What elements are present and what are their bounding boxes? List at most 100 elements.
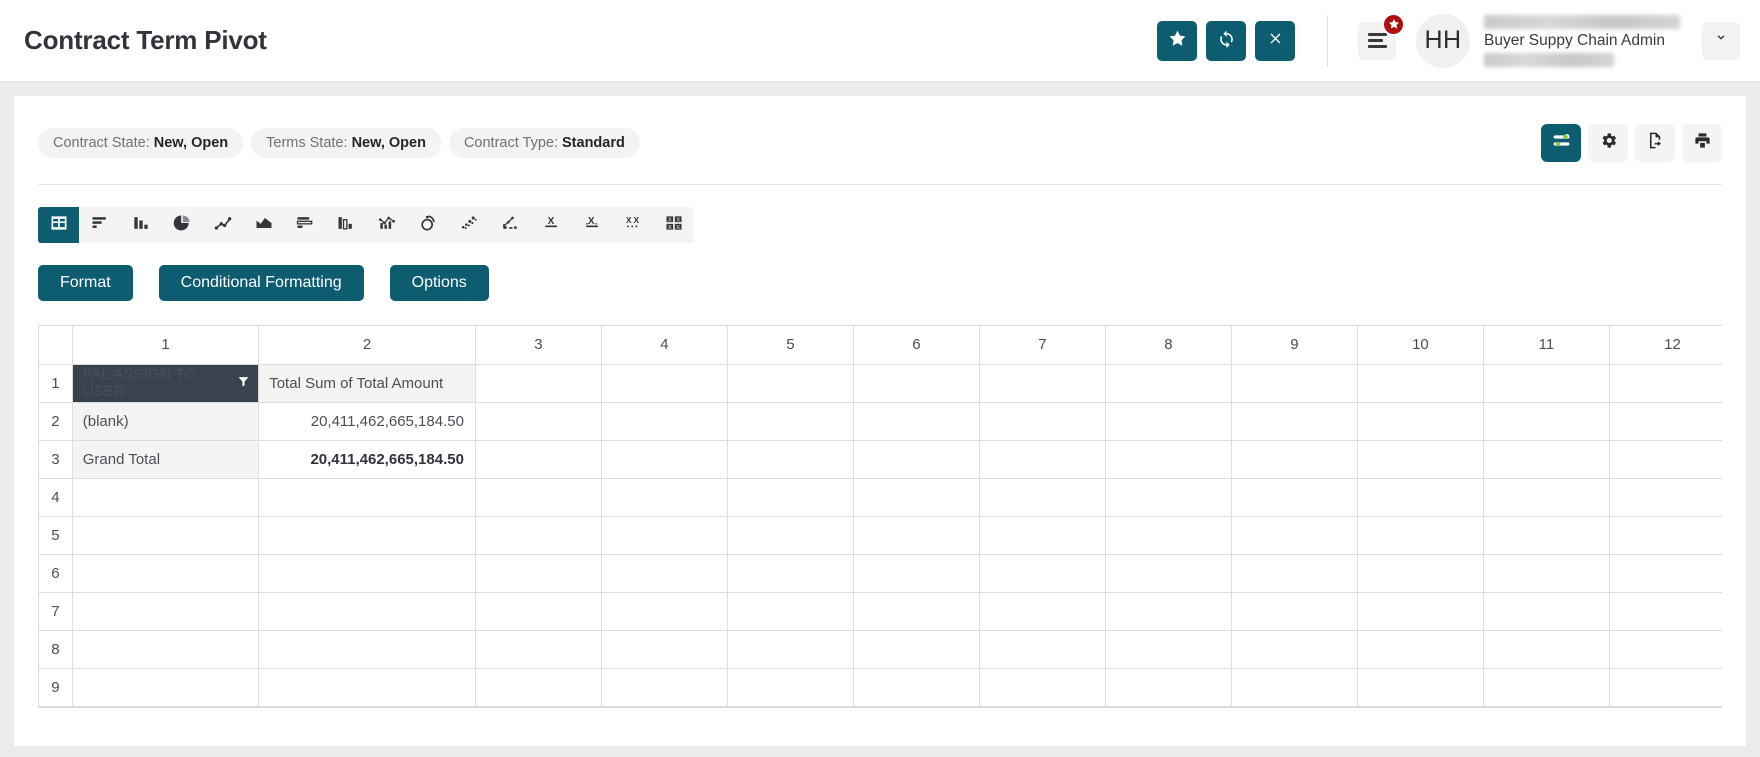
cell[interactable] [475, 440, 601, 478]
cell[interactable] [475, 516, 601, 554]
view-xx-grid[interactable]: XXXX [653, 207, 694, 243]
column-header-12[interactable]: 12 [1609, 326, 1722, 364]
chip-contract-state[interactable]: Contract State: New, Open [38, 128, 243, 158]
cell[interactable] [601, 630, 727, 668]
cell[interactable] [1231, 402, 1357, 440]
cell[interactable] [1231, 440, 1357, 478]
conditional-formatting-button[interactable]: Conditional Formatting [159, 265, 364, 301]
column-header-10[interactable]: 10 [1357, 326, 1483, 364]
cell[interactable] [475, 554, 601, 592]
measure-header[interactable]: Total Sum of Total Amount [259, 364, 476, 402]
cell[interactable] [979, 364, 1105, 402]
view-grouped-column[interactable] [325, 207, 366, 243]
cell[interactable] [72, 630, 258, 668]
cell[interactable] [1105, 364, 1231, 402]
view-mixed[interactable] [489, 207, 530, 243]
cell[interactable] [601, 668, 727, 706]
view-x-single[interactable]: X [530, 207, 571, 243]
format-button[interactable]: Format [38, 265, 133, 301]
cell[interactable] [1105, 668, 1231, 706]
cell[interactable] [601, 440, 727, 478]
cell[interactable] [72, 478, 258, 516]
corner-cell[interactable] [39, 326, 72, 364]
cell[interactable] [853, 440, 979, 478]
cell[interactable] [727, 592, 853, 630]
cell[interactable] [72, 592, 258, 630]
cell[interactable] [259, 630, 476, 668]
cell[interactable] [1609, 478, 1722, 516]
favorite-button[interactable] [1157, 21, 1197, 61]
column-header-9[interactable]: 9 [1231, 326, 1357, 364]
row-number[interactable]: 2 [39, 402, 72, 440]
print-button[interactable] [1682, 124, 1722, 162]
cell[interactable] [72, 516, 258, 554]
filter-funnel-icon[interactable] [237, 375, 250, 392]
cell[interactable] [1483, 668, 1609, 706]
column-header-3[interactable]: 3 [475, 326, 601, 364]
cell[interactable] [853, 364, 979, 402]
cell[interactable] [979, 402, 1105, 440]
view-xx-dotted[interactable]: XX [612, 207, 653, 243]
cell[interactable] [601, 478, 727, 516]
cell[interactable] [1483, 592, 1609, 630]
cell[interactable] [727, 440, 853, 478]
cell[interactable] [601, 516, 727, 554]
cell[interactable] [979, 516, 1105, 554]
cell[interactable] [727, 478, 853, 516]
cell[interactable] [1357, 592, 1483, 630]
cell[interactable] [601, 364, 727, 402]
view-area[interactable] [243, 207, 284, 243]
cell[interactable] [1357, 630, 1483, 668]
cell[interactable] [727, 364, 853, 402]
settings-button[interactable] [1588, 124, 1628, 162]
cell[interactable] [1609, 516, 1722, 554]
cell[interactable] [475, 364, 601, 402]
cell[interactable] [853, 592, 979, 630]
column-header-5[interactable]: 5 [727, 326, 853, 364]
cell[interactable] [475, 592, 601, 630]
cell[interactable] [1357, 440, 1483, 478]
cell[interactable] [1483, 402, 1609, 440]
grand-total-value[interactable]: 20,411,462,665,184.50 [259, 440, 476, 478]
cell[interactable] [979, 440, 1105, 478]
column-header-8[interactable]: 8 [1105, 326, 1231, 364]
cell[interactable] [727, 554, 853, 592]
cell[interactable] [979, 592, 1105, 630]
chip-contract-type[interactable]: Contract Type: Standard [449, 128, 640, 158]
cell[interactable] [259, 592, 476, 630]
cell[interactable] [259, 554, 476, 592]
column-header-1[interactable]: 1 [72, 326, 258, 364]
cell[interactable] [1105, 592, 1231, 630]
cell[interactable] [72, 554, 258, 592]
cell[interactable] [1231, 668, 1357, 706]
cell[interactable] [1483, 364, 1609, 402]
cell[interactable] [727, 402, 853, 440]
cell[interactable] [1609, 668, 1722, 706]
cell[interactable] [853, 668, 979, 706]
cell[interactable] [979, 554, 1105, 592]
cell[interactable] [979, 668, 1105, 706]
cell[interactable] [1483, 516, 1609, 554]
cell[interactable] [601, 402, 727, 440]
cell[interactable] [1231, 516, 1357, 554]
cell[interactable] [1105, 554, 1231, 592]
row-number[interactable]: 5 [39, 516, 72, 554]
cell[interactable] [1357, 364, 1483, 402]
refresh-button[interactable] [1206, 21, 1246, 61]
cell[interactable] [727, 516, 853, 554]
cell[interactable] [601, 592, 727, 630]
cell[interactable] [259, 478, 476, 516]
column-header-11[interactable]: 11 [1483, 326, 1609, 364]
view-bubble[interactable] [448, 207, 489, 243]
cell[interactable] [1483, 630, 1609, 668]
cell[interactable] [1231, 630, 1357, 668]
cell[interactable] [1609, 440, 1722, 478]
cell[interactable] [979, 478, 1105, 516]
view-x-dotted[interactable]: X [571, 207, 612, 243]
export-button[interactable] [1635, 124, 1675, 162]
view-stacked-bar[interactable] [284, 207, 325, 243]
cell[interactable] [853, 402, 979, 440]
cell[interactable] [1357, 402, 1483, 440]
cell[interactable] [727, 668, 853, 706]
cell[interactable] [1105, 478, 1231, 516]
